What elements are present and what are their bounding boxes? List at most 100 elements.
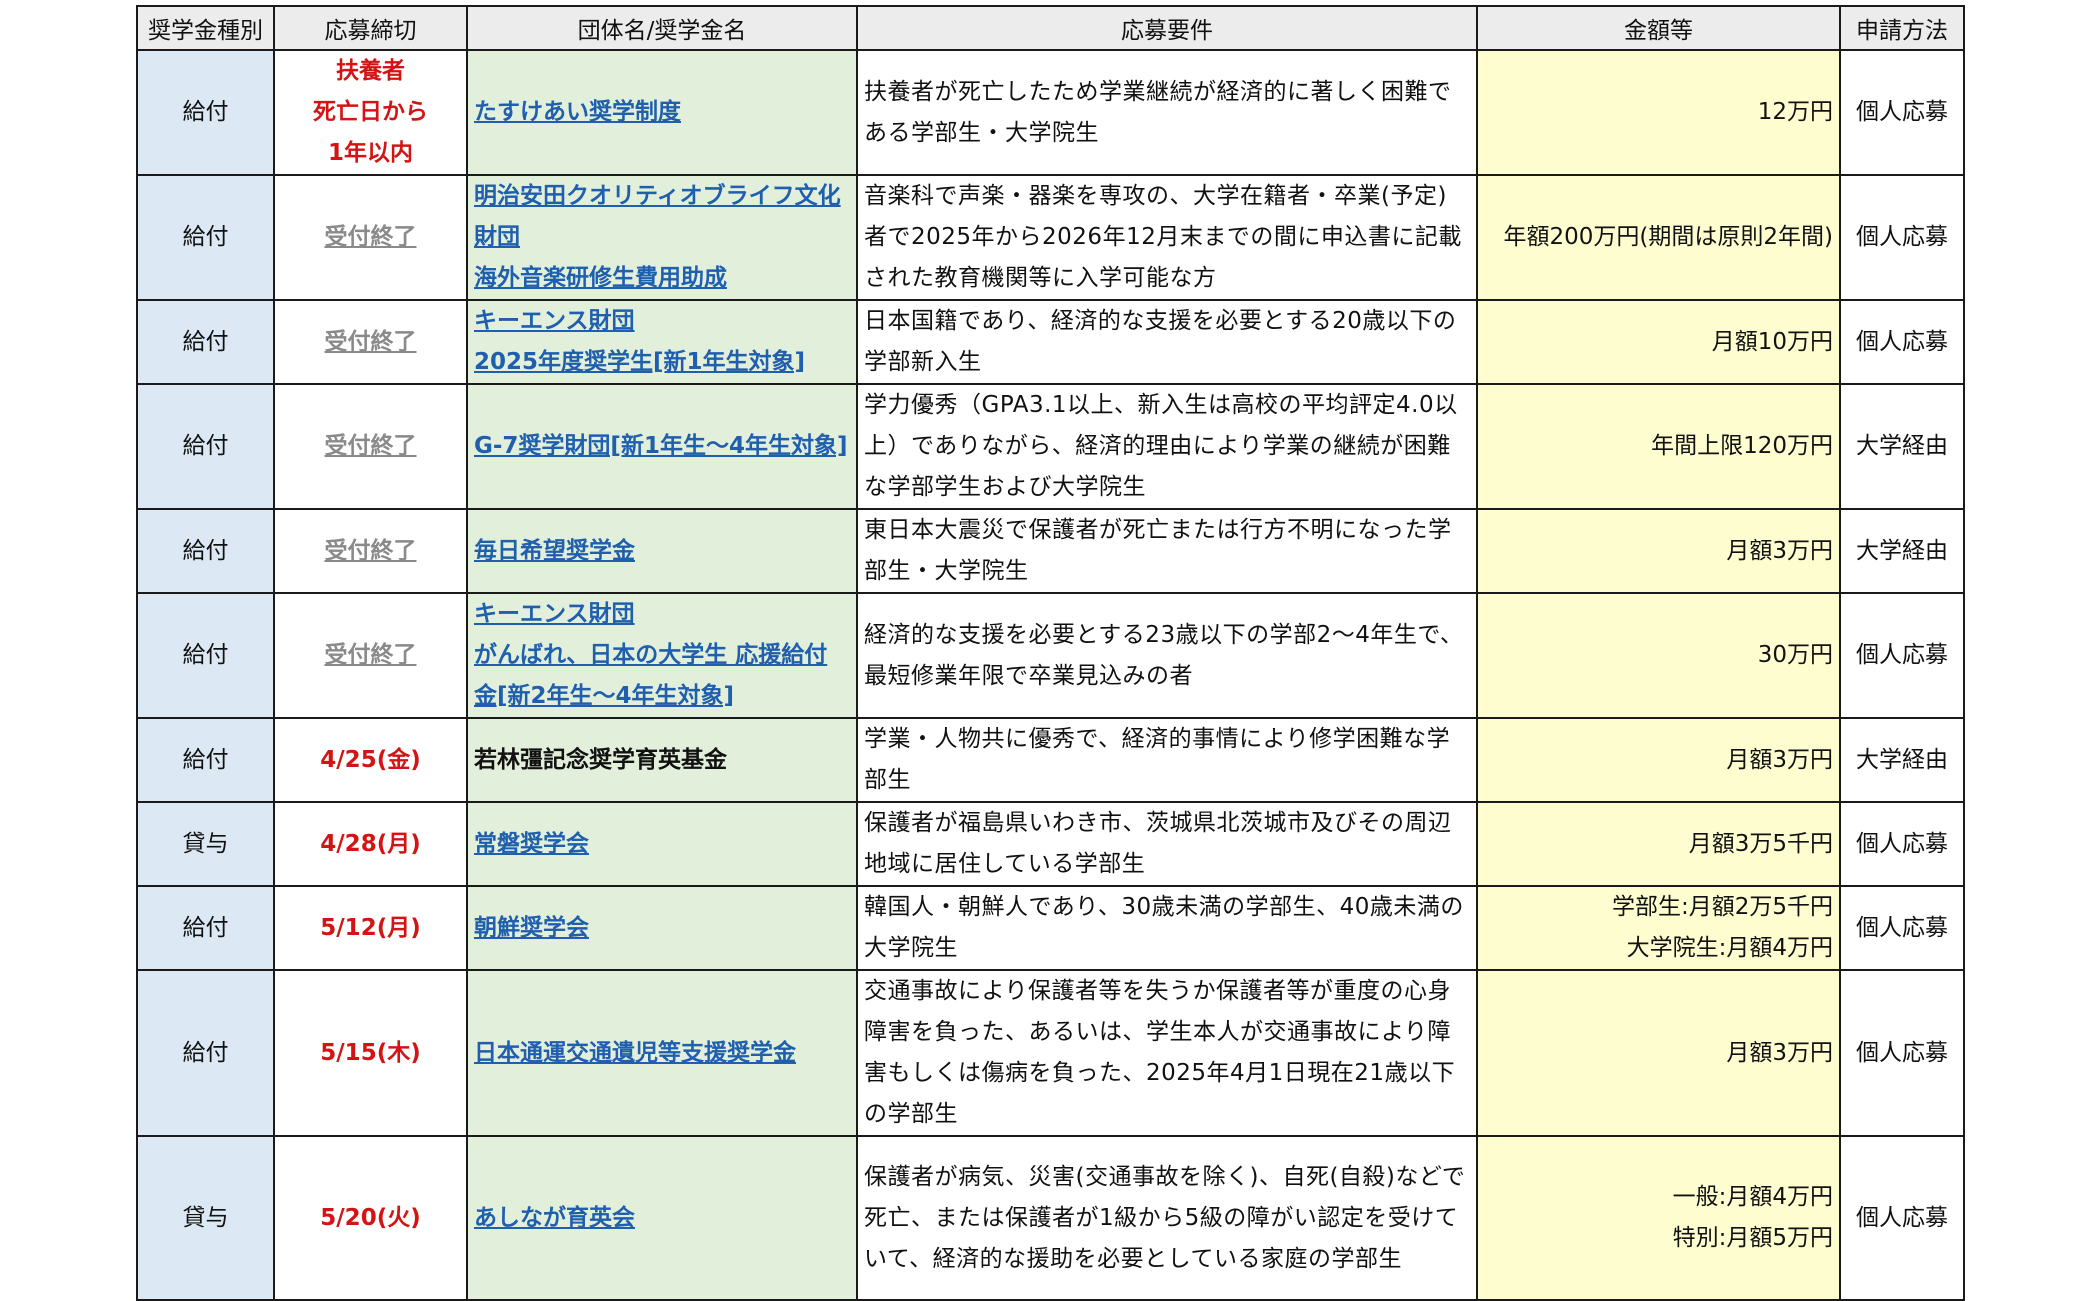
organization-cell: 明治安田クオリティオブライフ文化財団海外音楽研修生費用助成 (466, 174, 858, 301)
scholarship-name-line: キーエンス財団 (474, 308, 635, 334)
amount-line: 特別:月額5万円 (1672, 1225, 1833, 1251)
scholarship-name-line: キーエンス財団 (474, 601, 635, 627)
header-method: 申請方法 (1839, 5, 1965, 51)
scholarship-link[interactable]: 明治安田クオリティオブライフ文化財団海外音楽研修生費用助成 (474, 177, 850, 298)
scholarship-type-cell: 給付 (136, 383, 275, 510)
amount-cell: 月額10万円 (1476, 299, 1841, 385)
scholarship-type-cell: 給付 (136, 717, 275, 803)
application-method-cell: 個人応募 (1839, 885, 1965, 971)
scholarship-type-cell: 給付 (136, 592, 275, 719)
scholarship-link[interactable]: 朝鮮奨学会 (474, 908, 850, 949)
application-method-cell: 個人応募 (1839, 801, 1965, 887)
table-row: 給付 受付終了 キーエンス財団 2025年度奨学生[新1年生対象] 日本国籍であり、経済… (136, 299, 1965, 385)
deadline-cell: 受付終了 (273, 299, 468, 385)
application-method-cell: 個人応募 (1839, 49, 1965, 176)
application-method-cell: 大学経由 (1839, 508, 1965, 594)
deadline-cell: 扶養者 死亡日から 1年以内 (273, 49, 468, 176)
requirements-cell: 保護者が病気、災害(交通事故を除く)、自死(自殺)などで死亡、または保護者が1級… (856, 1135, 1478, 1301)
deadline-line: 4/28(月) (320, 830, 421, 857)
header-deadline: 応募締切 (273, 5, 468, 51)
header-row: 奨学金種別 応募締切 団体名/奨学金名 応募要件 金額等 申請方法 (136, 5, 1965, 51)
amount-cell: 12万円 (1476, 49, 1841, 176)
scholarship-type-cell: 貸与 (136, 1135, 275, 1301)
table-row: 給付 受付終了 G-7奨学財団[新1年生～4年生対象] 学力優秀（GPA3.1以上、新… (136, 383, 1965, 510)
deadline-cell: 受付終了 (273, 383, 468, 510)
scholarship-name-line: 2025年度奨学生[新1年生対象] (474, 349, 806, 375)
table-row: 貸与 4/28(月) 常磐奨学会 保護者が福島県いわき市、茨城県北茨城市及びその周辺地… (136, 801, 1965, 887)
amount-line: 12万円 (1757, 99, 1833, 125)
scholarship-link[interactable]: たすけあい奨学制度 (474, 92, 850, 133)
amount-line: 月額3万円 (1726, 746, 1833, 773)
amount-line: 大学院生:月額4万円 (1626, 935, 1833, 961)
amount-cell: 30万円 (1476, 592, 1841, 719)
amount-cell: 月額3万円 (1476, 969, 1841, 1137)
amount-line: 月額3万円 (1726, 537, 1833, 564)
scholarship-name-line: がんばれ、日本の大学生 応援給付金[新2年生～4年生対象] (474, 642, 828, 709)
deadline-line: 受付終了 (324, 224, 417, 250)
deadline-cell: 5/20(火) (273, 1135, 468, 1301)
scholarship-link[interactable]: G-7奨学財団[新1年生～4年生対象] (474, 426, 850, 467)
scholarship-link[interactable]: あしなが育英会 (474, 1198, 850, 1239)
application-method-cell: 個人応募 (1839, 592, 1965, 719)
scholarship-table: 奨学金種別 応募締切 団体名/奨学金名 応募要件 金額等 申請方法 給付 扶養者死… (136, 5, 1965, 1301)
organization-cell: キーエンス財団 2025年度奨学生[新1年生対象] (466, 299, 858, 385)
scholarship-type-cell: 貸与 (136, 801, 275, 887)
scholarship-name-line: 日本通運交通遺児等支援奨学金 (474, 1039, 796, 1066)
deadline-cell: 受付終了 (273, 508, 468, 594)
table-row: 給付 4/25(金) 若林彊記念奨学育英基金 学業・人物共に優秀で、経済的事情により修… (136, 717, 1965, 803)
scholarship-link[interactable]: 毎日希望奨学金 (474, 531, 850, 572)
requirements-cell: 音楽科で声楽・器楽を専攻の、大学在籍者・卒業(予定)者で2025年から2026年… (856, 174, 1478, 301)
scholarship-link[interactable]: 常磐奨学会 (474, 824, 850, 865)
table-row: 給付 5/15(木) 日本通運交通遺児等支援奨学金 交通事故により保護者等を失うか保護… (136, 969, 1965, 1137)
deadline-line: 5/20(火) (320, 1204, 421, 1231)
amount-line: 月額3万5千円 (1688, 830, 1833, 857)
amount-cell: 年間上限120万円 (1476, 383, 1841, 510)
scholarship-name-line: 朝鮮奨学会 (474, 914, 589, 941)
application-method-cell: 個人応募 (1839, 174, 1965, 301)
application-method-cell: 個人応募 (1839, 299, 1965, 385)
deadline-line: 受付終了 (324, 537, 417, 564)
scholarship-name-line: 海外音楽研修生費用助成 (474, 265, 727, 291)
deadline-line: 扶養者 (336, 58, 405, 84)
table-row: 給付 受付終了 毎日希望奨学金 東日本大震災で保護者が死亡または行方不明になった学部生… (136, 508, 1965, 594)
application-method-cell: 大学経由 (1839, 717, 1965, 803)
scholarship-name-line: 明治安田クオリティオブライフ文化財団 (474, 183, 841, 250)
header-org: 団体名/奨学金名 (466, 5, 858, 51)
deadline-cell: 4/28(月) (273, 801, 468, 887)
amount-cell: 一般:月額4万円 特別:月額5万円 (1476, 1135, 1841, 1301)
deadline-line: 受付終了 (324, 642, 417, 668)
amount-cell: 学部生:月額2万5千円 大学院生:月額4万円 (1476, 885, 1841, 971)
deadline-cell: 5/12(月) (273, 885, 468, 971)
header-type: 奨学金種別 (136, 5, 275, 51)
scholarship-type-cell: 給付 (136, 174, 275, 301)
scholarship-name-line: 毎日希望奨学金 (474, 537, 635, 564)
deadline-line: 1年以内 (327, 140, 413, 166)
header-amount: 金額等 (1476, 5, 1841, 51)
amount-line: 年額200万円(期間は原則2年間) (1503, 224, 1833, 250)
scholarship-type-cell: 給付 (136, 299, 275, 385)
deadline-line: 受付終了 (324, 328, 417, 355)
scholarship-type-cell: 給付 (136, 885, 275, 971)
requirements-cell: 交通事故により保護者等を失うか保護者等が重度の心身障害を負った、あるいは、学生本… (856, 969, 1478, 1137)
table-row: 給付 受付終了 明治安田クオリティオブライフ文化財団 海外音楽研修生費用助成 音楽科で声… (136, 174, 1965, 301)
scholarship-name-line: あしなが育英会 (474, 1204, 635, 1231)
deadline-line: 5/15(木) (320, 1039, 421, 1066)
amount-line: 月額3万円 (1726, 1039, 1833, 1066)
amount-line: 30万円 (1757, 642, 1833, 668)
organization-cell: キーエンス財団がんばれ、日本の大学生 応援給付金[新2年生～4年生対象] (466, 592, 858, 719)
scholarship-link[interactable]: キーエンス財団がんばれ、日本の大学生 応援給付金[新2年生～4年生対象] (474, 595, 850, 716)
application-method-cell: 個人応募 (1839, 969, 1965, 1137)
scholarship-name-line: たすけあい奨学制度 (474, 99, 681, 125)
requirements-cell: 扶養者が死亡したため学業継続が経済的に著しく困難である学部生・大学院生 (856, 49, 1478, 176)
organization-cell: たすけあい奨学制度 (466, 49, 858, 176)
scholarship-name-line: G-7奨学財団[新1年生～4年生対象] (474, 433, 848, 459)
scholarship-link[interactable]: 日本通運交通遺児等支援奨学金 (474, 1033, 850, 1074)
deadline-line: 5/12(月) (320, 914, 421, 941)
organization-cell: 毎日希望奨学金 (466, 508, 858, 594)
requirements-cell: 日本国籍であり、経済的な支援を必要とする20歳以下の学部新入生 (856, 299, 1478, 385)
scholarship-link[interactable]: キーエンス財団 2025年度奨学生[新1年生対象] (474, 302, 850, 382)
amount-cell: 月額3万円 (1476, 508, 1841, 594)
application-method-cell: 大学経由 (1839, 383, 1965, 510)
requirements-cell: 東日本大震災で保護者が死亡または行方不明になった学部生・大学院生 (856, 508, 1478, 594)
organization-cell: 常磐奨学会 (466, 801, 858, 887)
